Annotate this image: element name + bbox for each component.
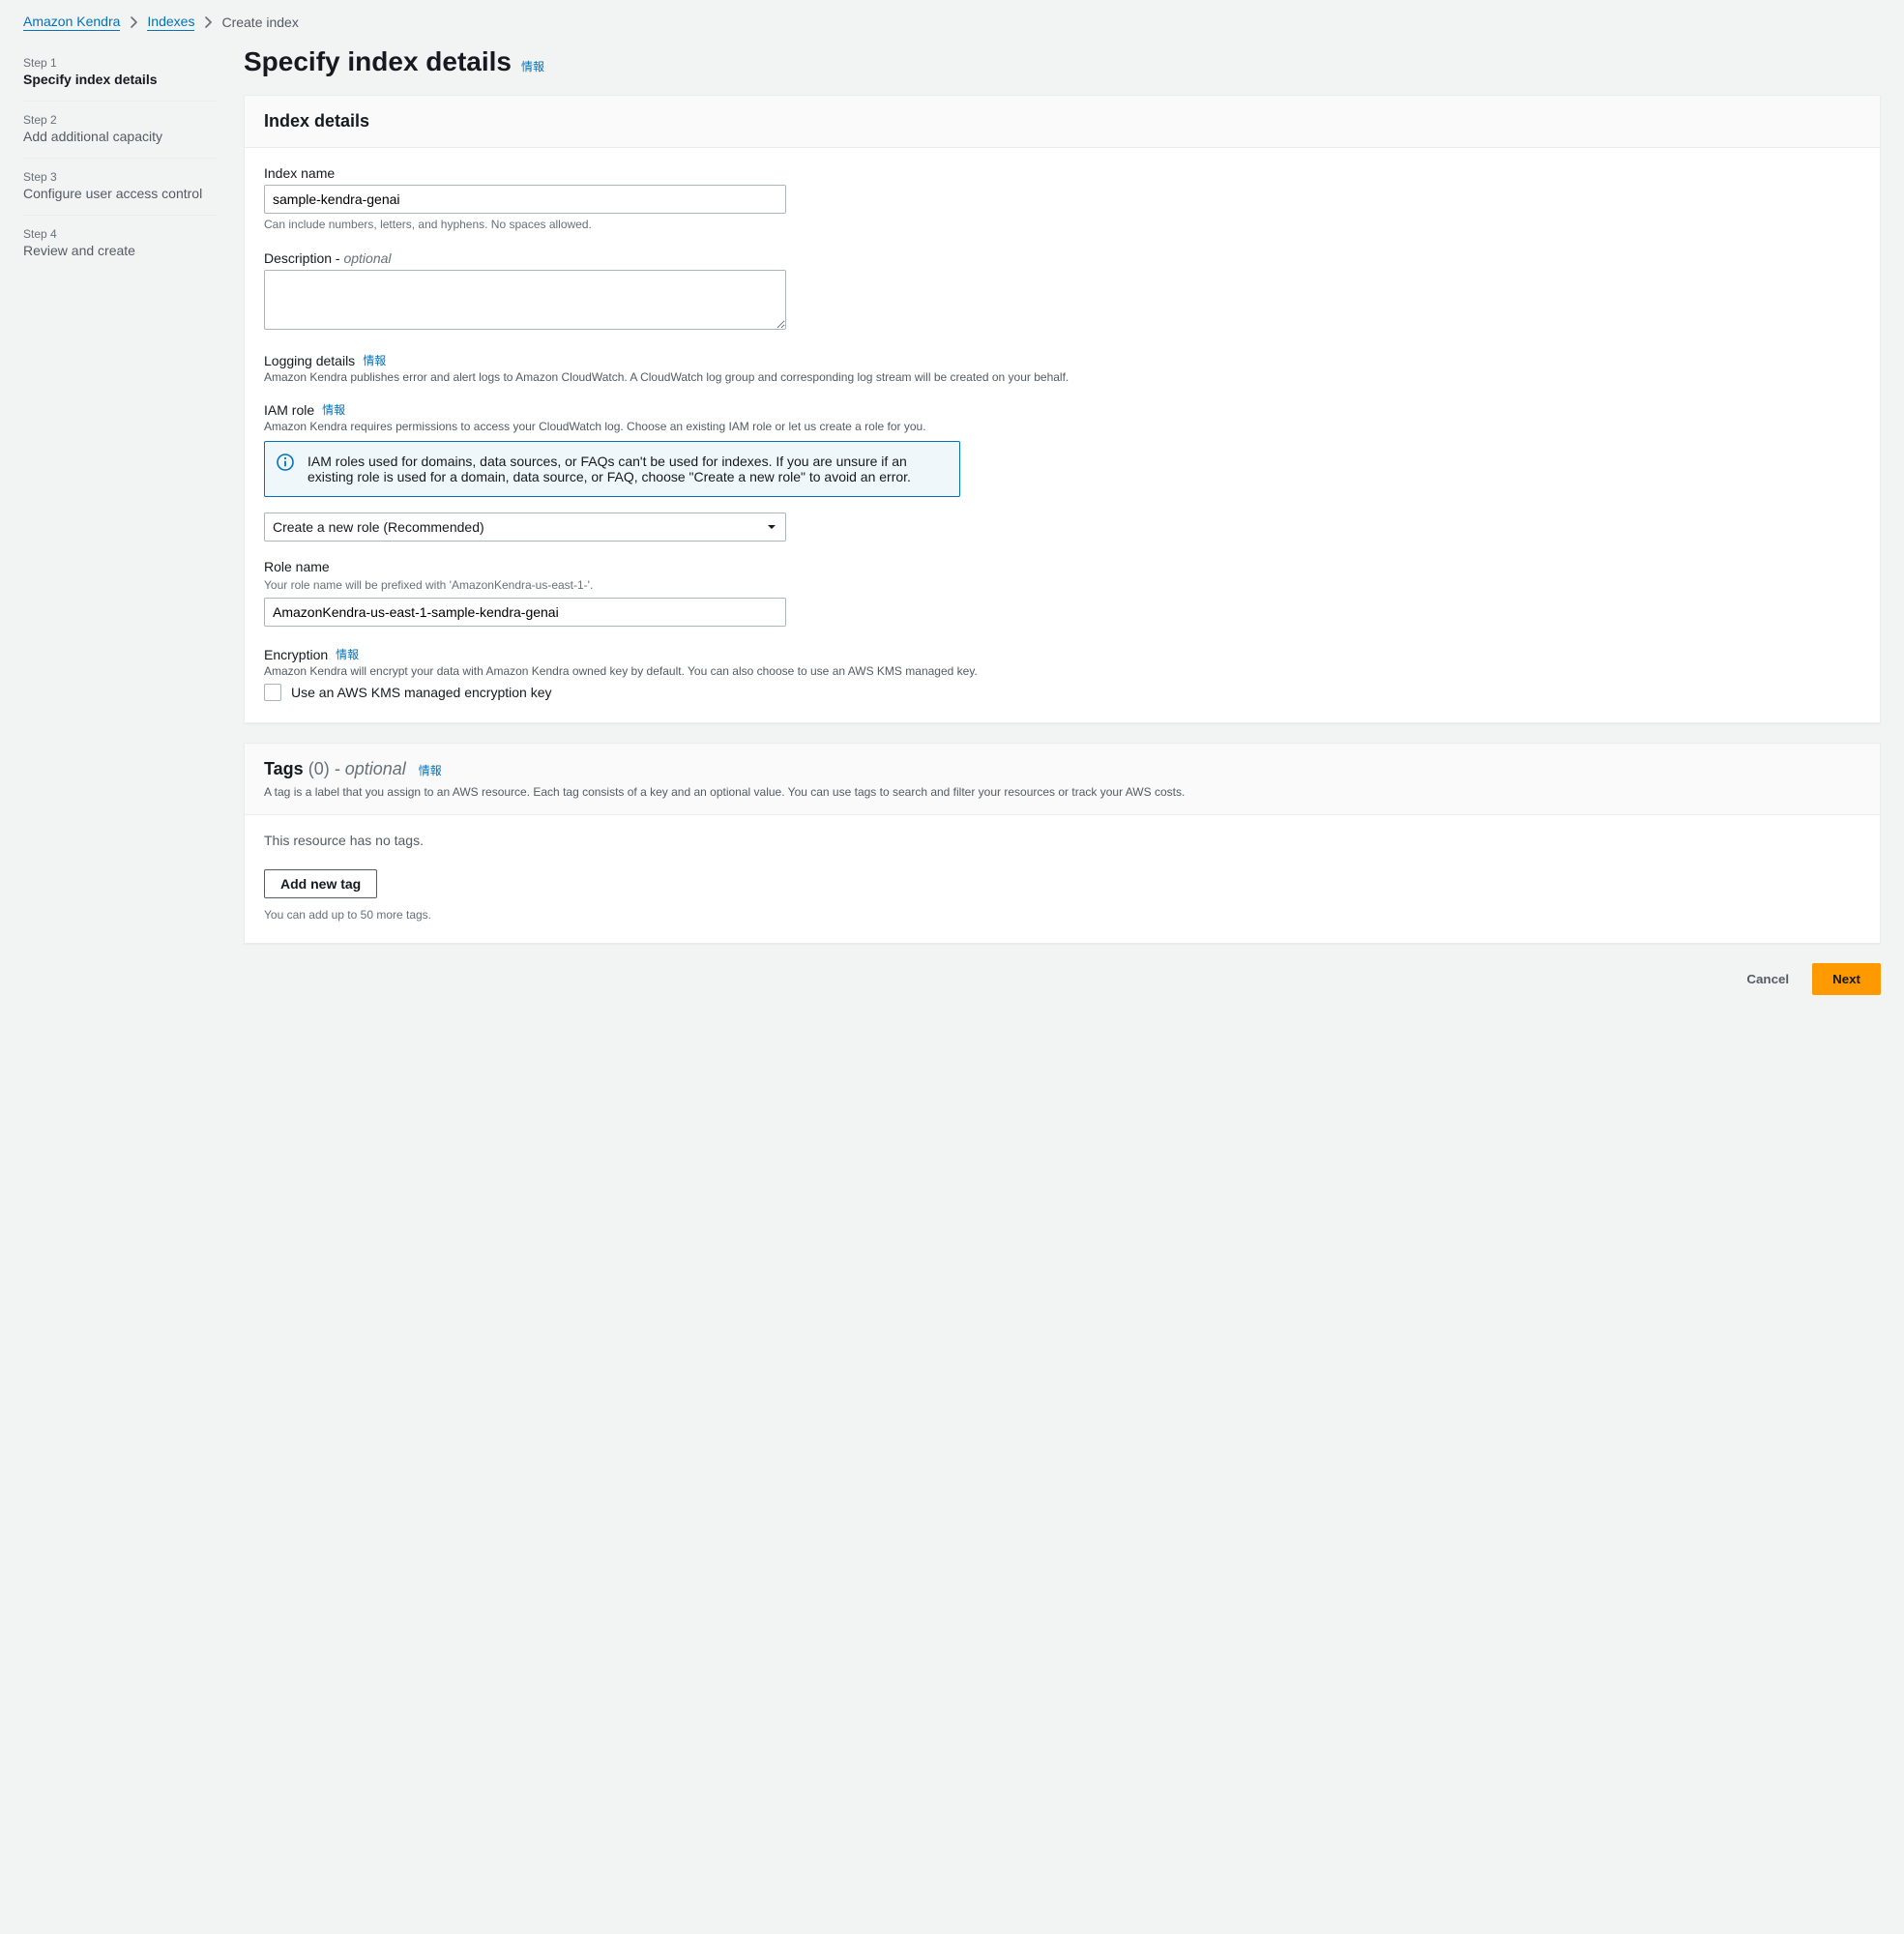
iam-alert-text: IAM roles used for domains, data sources… [308, 454, 911, 484]
chevron-right-icon [130, 16, 137, 28]
logging-label: Logging details [264, 353, 355, 368]
iam-info-link[interactable]: 情報 [322, 401, 345, 418]
breadcrumb-root[interactable]: Amazon Kendra [23, 14, 120, 31]
index-name-label: Index name [264, 165, 1860, 181]
logging-info-link[interactable]: 情報 [363, 352, 386, 368]
page-title-text: Specify index details [244, 46, 512, 77]
encryption-checkbox-row[interactable]: Use an AWS KMS managed encryption key [264, 684, 1860, 701]
page-info-link[interactable]: 情報 [521, 58, 544, 74]
description-field: Description - optional [264, 250, 1860, 333]
tags-header: Tags (0) - optional 情報 A tag is a label … [245, 744, 1880, 815]
wizard-step-label: Review and create [23, 243, 217, 258]
index-details-header: Index details [245, 96, 1880, 148]
wizard-step-label: Specify index details [23, 72, 217, 87]
wizard-step-label: Configure user access control [23, 186, 217, 201]
tags-hint: You can add up to 50 more tags. [264, 908, 1860, 922]
encryption-checkbox[interactable] [264, 684, 281, 701]
next-button[interactable]: Next [1812, 963, 1881, 995]
role-name-input[interactable] [264, 598, 786, 627]
index-details-title: Index details [264, 111, 369, 131]
role-name-field: Role name Your role name will be prefixe… [264, 559, 1860, 627]
index-name-input[interactable] [264, 185, 786, 214]
iam-select-field: Create a new role (Recommended) [264, 513, 1860, 542]
logging-desc: Amazon Kendra publishes error and alert … [264, 370, 1860, 384]
wizard-step-num: Step 4 [23, 227, 217, 241]
iam-section: IAM role 情報 Amazon Kendra requires permi… [264, 401, 1860, 433]
cancel-button[interactable]: Cancel [1733, 963, 1802, 995]
main-content: Specify index details 情報 Index details I… [244, 44, 1881, 995]
wizard-step-4[interactable]: Step 4 Review and create [23, 216, 217, 272]
page-title: Specify index details 情報 [244, 46, 1881, 77]
encryption-section: Encryption 情報 Amazon Kendra will encrypt… [264, 646, 1860, 678]
wizard-step-3[interactable]: Step 3 Configure user access control [23, 159, 217, 216]
breadcrumb-current: Create index [221, 15, 298, 30]
tags-desc: A tag is a label that you assign to an A… [264, 785, 1860, 799]
footer-actions: Cancel Next [244, 963, 1881, 995]
tags-info-link[interactable]: 情報 [419, 764, 442, 777]
wizard-step-num: Step 2 [23, 113, 217, 127]
iam-role-select[interactable]: Create a new role (Recommended) [264, 513, 786, 542]
wizard-step-1[interactable]: Step 1 Specify index details [23, 44, 217, 102]
iam-desc: Amazon Kendra requires permissions to ac… [264, 420, 1860, 433]
iam-alert: IAM roles used for domains, data sources… [264, 441, 960, 497]
iam-label: IAM role [264, 402, 314, 418]
wizard-step-2[interactable]: Step 2 Add additional capacity [23, 102, 217, 159]
encryption-label: Encryption [264, 647, 328, 662]
description-textarea[interactable] [264, 270, 786, 330]
add-tag-button[interactable]: Add new tag [264, 869, 377, 898]
encryption-checkbox-label: Use an AWS KMS managed encryption key [291, 685, 552, 700]
tags-sep: - [335, 759, 345, 778]
breadcrumb: Amazon Kendra Indexes Create index [23, 14, 1881, 31]
tags-count: (0) [308, 759, 330, 778]
wizard-step-num: Step 1 [23, 56, 217, 70]
encryption-info-link[interactable]: 情報 [336, 646, 359, 662]
encryption-desc: Amazon Kendra will encrypt your data wit… [264, 664, 1860, 678]
index-name-field: Index name Can include numbers, letters,… [264, 165, 1860, 231]
role-name-label: Role name [264, 559, 1860, 574]
tags-optional: optional [345, 759, 406, 778]
logging-section: Logging details 情報 Amazon Kendra publish… [264, 352, 1860, 384]
index-details-panel: Index details Index name Can include num… [244, 95, 1881, 723]
index-name-hint: Can include numbers, letters, and hyphen… [264, 218, 1860, 231]
tags-panel: Tags (0) - optional 情報 A tag is a label … [244, 743, 1881, 944]
info-icon [277, 454, 294, 471]
wizard-step-num: Step 3 [23, 170, 217, 184]
wizard-step-label: Add additional capacity [23, 129, 217, 144]
chevron-right-icon [204, 16, 212, 28]
description-label: Description - optional [264, 250, 1860, 266]
breadcrumb-indexes[interactable]: Indexes [147, 14, 194, 31]
role-name-hint: Your role name will be prefixed with 'Am… [264, 578, 1860, 592]
wizard-nav: Step 1 Specify index details Step 2 Add … [23, 44, 217, 995]
tags-empty-text: This resource has no tags. [264, 833, 1860, 848]
tags-title: Tags [264, 759, 304, 778]
